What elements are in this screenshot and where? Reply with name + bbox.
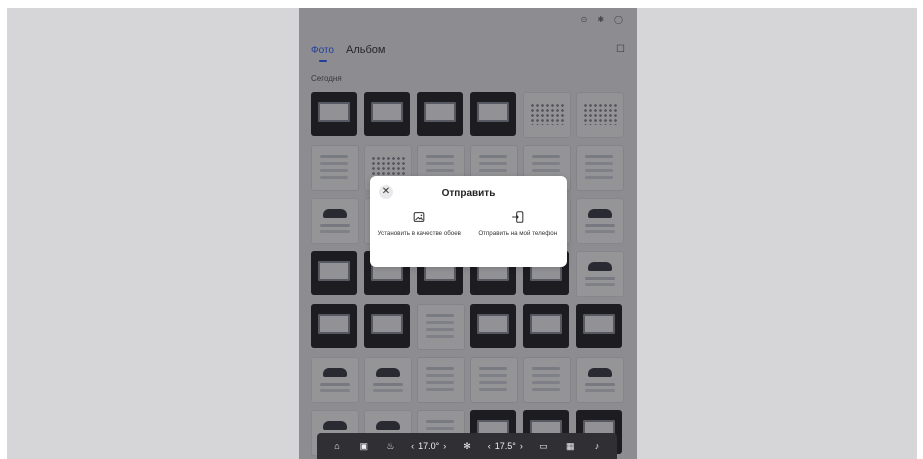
screen-icon[interactable]: ▭	[538, 441, 550, 452]
send-to-phone-button[interactable]: Отправить на мой телефон	[469, 210, 567, 237]
temp-right-control[interactable]: ‹ 17.5° ›	[488, 441, 523, 451]
defrost-icon[interactable]: ♨	[384, 441, 396, 452]
set-wallpaper-label: Установить в качестве обоев	[377, 230, 461, 237]
dialog-title: Отправить	[441, 188, 496, 199]
image-icon	[413, 212, 425, 222]
phone-send-icon	[511, 211, 524, 223]
chevron-left-icon[interactable]: ‹	[411, 441, 414, 451]
music-icon[interactable]: ♪	[591, 441, 603, 451]
chevron-right-icon[interactable]: ›	[443, 441, 446, 451]
send-dialog: ✕ Отправить Установить в качестве обоев …	[370, 176, 567, 267]
set-wallpaper-button[interactable]: Установить в качестве обоев	[370, 210, 468, 237]
car-icon[interactable]: ▣	[358, 441, 370, 452]
home-icon[interactable]: ⌂	[331, 441, 343, 451]
dialog-actions: Установить в качестве обоев Отправить на…	[370, 210, 567, 237]
temp-left-control[interactable]: ‹ 17.0° ›	[411, 441, 446, 451]
temp-right-value: 17.5°	[494, 441, 516, 451]
temp-left-value: 17.0°	[418, 441, 440, 451]
fan-icon[interactable]: ✻	[461, 441, 473, 452]
chevron-right-icon[interactable]: ›	[520, 441, 523, 451]
send-to-phone-label: Отправить на мой телефон	[478, 230, 558, 237]
apps-icon[interactable]: ▦	[564, 441, 576, 452]
chevron-left-icon[interactable]: ‹	[488, 441, 491, 451]
vehicle-dock: ⌂ ▣ ♨ ‹ 17.0° › ✻ ‹ 17.5° › ▭ ▦ ♪	[317, 433, 617, 459]
